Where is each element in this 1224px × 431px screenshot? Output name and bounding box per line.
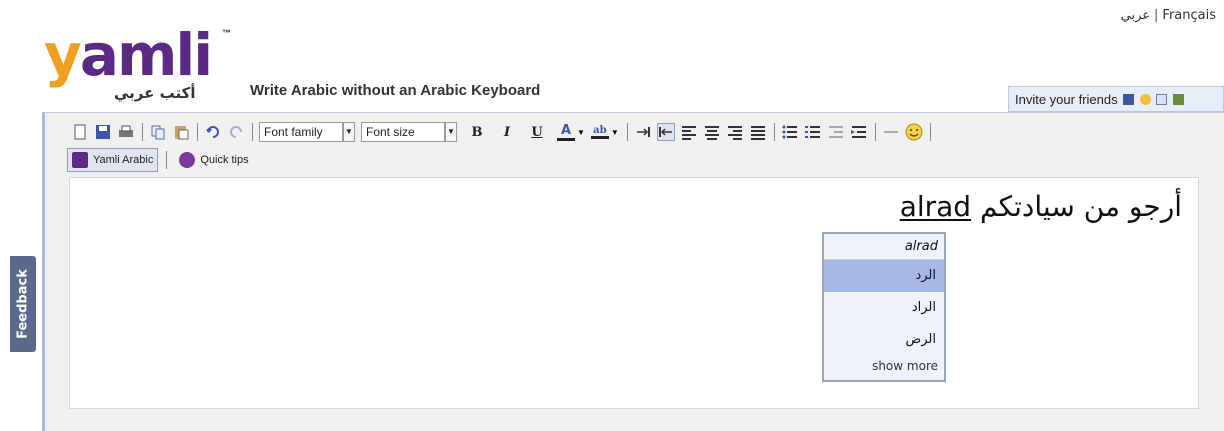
chevron-down-icon[interactable]: ▼ xyxy=(611,128,619,137)
typed-text: أرجو من سيادتكم alrad xyxy=(900,190,1182,223)
underline-button[interactable]: U xyxy=(527,125,547,140)
suggestion-option[interactable]: الرد xyxy=(824,260,944,292)
arabic-text: أرجو من سيادتكم xyxy=(980,190,1182,223)
emoticon-icon[interactable] xyxy=(905,123,923,141)
paste-icon[interactable] xyxy=(172,123,190,141)
star-icon[interactable] xyxy=(1139,94,1151,105)
align-justify-icon[interactable] xyxy=(749,123,767,141)
indent-icon[interactable] xyxy=(850,123,868,141)
show-more-link[interactable]: show more xyxy=(824,356,944,378)
suggestion-option[interactable]: الرض xyxy=(824,324,944,356)
toolbar-separator xyxy=(197,123,198,141)
quick-tips-button[interactable]: Quick tips xyxy=(175,148,252,172)
toolbar-separator xyxy=(252,123,253,141)
bookmark-icon[interactable] xyxy=(1173,94,1185,105)
suggestion-dropdown: alrad الرد الراد الرض show more xyxy=(822,232,946,382)
yamli-arabic-label: Yamli Arabic xyxy=(93,154,154,166)
chevron-down-icon[interactable]: ▼ xyxy=(343,122,355,142)
editor-content-area[interactable]: أرجو من سيادتكم alrad alrad الرد الراد ا… xyxy=(69,177,1199,409)
feedback-tab[interactable]: Feedback xyxy=(10,256,36,352)
toolbar-separator xyxy=(142,123,143,141)
toolbar-separator xyxy=(874,123,876,141)
font-size-value: Font size xyxy=(366,125,415,139)
ltr-direction-icon[interactable] xyxy=(634,123,652,141)
numbered-list-icon[interactable] xyxy=(804,123,822,141)
font-family-value: Font family xyxy=(264,125,323,139)
lang-arabic-link[interactable]: عربي xyxy=(1121,8,1150,23)
text-color-button[interactable]: A xyxy=(557,123,575,141)
transliteration-word: alrad xyxy=(899,190,972,223)
highlight-color-button[interactable]: ab xyxy=(590,125,609,139)
lang-french-link[interactable]: Français xyxy=(1162,8,1216,23)
undo-icon[interactable] xyxy=(204,123,222,141)
yamli-toolbar: Yamli Arabic Quick tips xyxy=(67,146,253,174)
logo-trademark: ™ xyxy=(222,28,231,38)
bold-button[interactable]: B xyxy=(467,125,487,140)
toolbar-separator xyxy=(773,123,775,141)
save-icon[interactable] xyxy=(94,123,112,141)
bullet-list-icon[interactable] xyxy=(781,123,799,141)
facebook-icon[interactable] xyxy=(1123,94,1135,105)
copy-icon[interactable] xyxy=(149,123,167,141)
toolbar-separator xyxy=(929,123,931,141)
yamli-arabic-toggle[interactable]: Yamli Arabic xyxy=(67,148,159,172)
yamli-icon xyxy=(72,152,88,168)
tagline: Write Arabic without an Arabic Keyboard xyxy=(250,82,541,99)
rtl-direction-icon[interactable] xyxy=(656,123,675,141)
feedback-label: Feedback xyxy=(15,269,31,339)
language-links: عربي | Français xyxy=(1121,8,1216,23)
yamli-logo[interactable]: yamli ™ أكتب عربي xyxy=(44,24,244,104)
lang-separator: | xyxy=(1154,8,1159,23)
gmail-icon[interactable] xyxy=(1156,94,1168,105)
invite-friends-label: Invite your friends xyxy=(1015,92,1118,107)
italic-button[interactable]: I xyxy=(497,125,517,140)
lightbulb-icon xyxy=(179,152,196,168)
logo-wordmark: yamli xyxy=(44,21,213,89)
redo-icon[interactable] xyxy=(227,123,245,141)
chevron-down-icon[interactable]: ▼ xyxy=(577,128,585,137)
print-icon[interactable] xyxy=(117,123,135,141)
invite-friends-bar[interactable]: Invite your friends xyxy=(1008,86,1224,112)
font-size-select[interactable]: Font size ▼ xyxy=(361,122,457,142)
suggestion-option[interactable]: الراد xyxy=(824,292,944,324)
suggestion-typed-word: alrad xyxy=(824,234,944,260)
align-center-icon[interactable] xyxy=(703,123,721,141)
align-left-icon[interactable] xyxy=(680,123,698,141)
horizontal-rule-icon[interactable] xyxy=(882,123,900,141)
logo-arabic-text: أكتب عربي xyxy=(114,84,196,102)
toolbar-separator xyxy=(626,123,628,141)
new-document-icon[interactable] xyxy=(71,123,89,141)
editor-toolbar: Font family ▼ Font size ▼ B I U A ▼ ab ▼ xyxy=(71,119,937,145)
yamli-page: عربي | Français yamli ™ أكتب عربي Write Ar… xyxy=(0,0,1224,431)
rich-text-editor: Font family ▼ Font size ▼ B I U A ▼ ab ▼ xyxy=(42,112,1224,431)
outdent-icon[interactable] xyxy=(827,123,845,141)
font-family-select[interactable]: Font family ▼ xyxy=(259,122,355,142)
chevron-down-icon[interactable]: ▼ xyxy=(445,122,457,142)
toolbar-separator xyxy=(166,151,168,169)
align-right-icon[interactable] xyxy=(726,123,744,141)
quick-tips-label: Quick tips xyxy=(200,154,249,166)
